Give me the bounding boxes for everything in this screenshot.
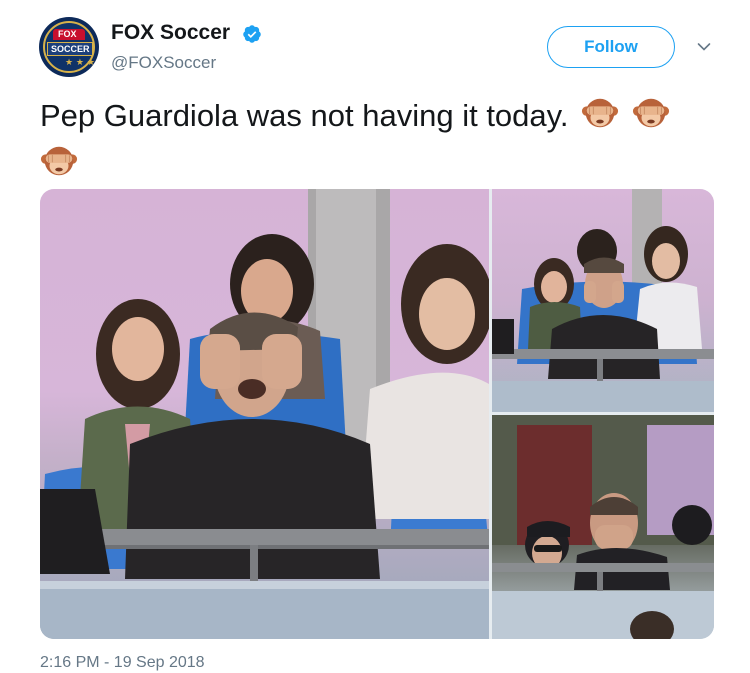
see-no-evil-monkey-icon: [582, 98, 619, 128]
avatar-logo-fox-text: FOX: [58, 29, 77, 39]
avatar-star-icon: ★ ★ ★: [65, 58, 95, 68]
avatar-logo-soccer: SOCCER: [47, 42, 93, 56]
tweet-media-grid: [40, 189, 714, 639]
see-no-evil-monkey-icon: [40, 146, 78, 176]
tweet-photo-top-right[interactable]: [492, 189, 714, 412]
account-handle[interactable]: @FOXSoccer: [111, 53, 216, 73]
tweet-photo-bottom-right[interactable]: [492, 415, 714, 639]
verified-badge-icon: [243, 25, 261, 43]
follow-button[interactable]: Follow: [547, 26, 675, 68]
tweet-timestamp[interactable]: 2:16 PM - 19 Sep 2018: [40, 653, 205, 673]
display-name[interactable]: FOX Soccer: [111, 20, 230, 46]
photo-main-scene: [40, 189, 489, 639]
tweet-text: Pep Guardiola was not having it today.: [40, 92, 730, 188]
avatar-logo-soccer-text: SOCCER: [51, 44, 90, 54]
photo-bottom-right-scene: [492, 415, 714, 639]
profile-avatar[interactable]: FOX SOCCER ★ ★ ★: [39, 17, 99, 77]
avatar-logo-fox: FOX: [53, 29, 85, 40]
see-no-evil-monkey-icon: [632, 98, 669, 128]
photo-top-right-scene: [492, 189, 714, 412]
chevron-down-icon[interactable]: [697, 42, 711, 52]
tweet-text-body: Pep Guardiola was not having it today.: [40, 98, 569, 133]
tweet-photo-main[interactable]: [40, 189, 489, 639]
